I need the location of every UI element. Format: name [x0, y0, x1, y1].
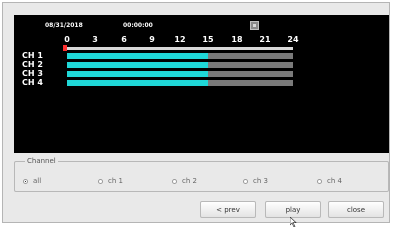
channel-2-timeline-bar[interactable] [67, 62, 293, 68]
radio-dot-icon[interactable] [317, 178, 322, 184]
play-button[interactable]: play [265, 201, 321, 218]
radio-ch-4[interactable]: ch 4 [317, 177, 342, 185]
time-scale-bar[interactable] [67, 47, 293, 50]
hour-tick-label: 9 [149, 35, 155, 44]
hour-tick-label: 6 [121, 35, 127, 44]
prev-button[interactable]: < prev [200, 201, 256, 218]
radio-label: all [33, 177, 42, 185]
channel-group-title: Channel [25, 157, 58, 165]
channel-2-recorded-segment [67, 62, 209, 68]
hour-tick-label: 18 [231, 35, 243, 44]
hour-tick-label: 3 [92, 35, 98, 44]
hour-tick-label: 12 [174, 35, 186, 44]
radio-label: ch 2 [182, 177, 197, 185]
hour-tick-label: 15 [202, 35, 214, 44]
hour-tick-label: 24 [287, 35, 299, 44]
hour-tick-label: 0 [64, 35, 70, 44]
mouse-pointer-icon [290, 217, 297, 227]
channel-1-timeline-bar[interactable] [67, 53, 293, 59]
radio-ch-3[interactable]: ch 3 [243, 177, 268, 185]
timeline-date: 08/31/2018 [45, 22, 83, 29]
channel-row-label: CH 2 [22, 60, 43, 69]
radio-label: ch 4 [327, 177, 342, 185]
channel-selector-group: Channel all ch 1 ch 2 ch 3 ch 4 [14, 157, 389, 192]
channel-3-recorded-segment [67, 71, 209, 77]
playback-search-dialog: 08/31/2018 00:00:00 0 3 6 9 12 15 18 21 … [2, 2, 390, 227]
radio-dot-icon[interactable] [23, 178, 28, 184]
radio-label: ch 1 [108, 177, 123, 185]
radio-dot-icon[interactable] [172, 178, 177, 184]
channel-3-timeline-bar[interactable] [67, 71, 293, 77]
radio-dot-icon[interactable] [98, 178, 103, 184]
channel-row-label: CH 3 [22, 69, 43, 78]
timeline-panel: 08/31/2018 00:00:00 0 3 6 9 12 15 18 21 … [14, 15, 389, 153]
channel-row-label: CH 4 [22, 78, 43, 87]
channel-4-timeline-bar[interactable] [67, 80, 293, 86]
radio-all[interactable]: all [23, 177, 41, 185]
channel-4-recorded-segment [67, 80, 209, 86]
hour-tick-label: 21 [259, 35, 271, 44]
radio-dot-icon[interactable] [243, 178, 248, 184]
close-button[interactable]: close [328, 201, 384, 218]
timeline-time: 00:00:00 [123, 22, 153, 29]
radio-label: ch 3 [253, 177, 268, 185]
radio-ch-1[interactable]: ch 1 [98, 177, 123, 185]
time-cursor-marker[interactable] [63, 45, 67, 51]
timeline-small-button[interactable] [250, 21, 259, 30]
radio-ch-2[interactable]: ch 2 [172, 177, 197, 185]
channel-1-recorded-segment [67, 53, 209, 59]
channel-row-label: CH 1 [22, 51, 43, 60]
